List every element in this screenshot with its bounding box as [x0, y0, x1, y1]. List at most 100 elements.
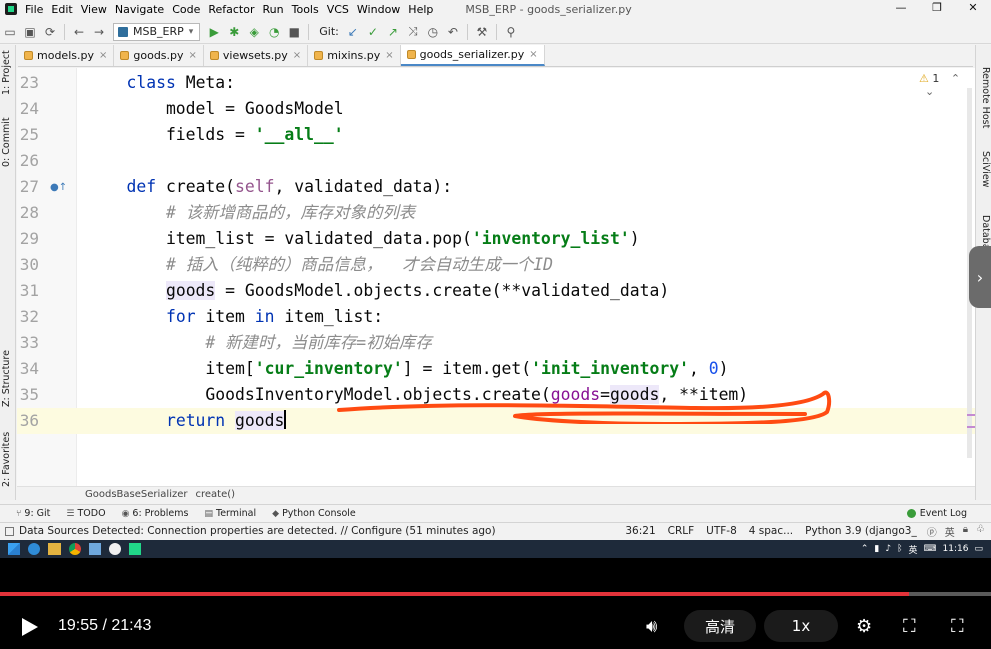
sciview-panel-tab[interactable]: SciView: [980, 151, 991, 187]
todo-tool-button[interactable]: ☰ TODO: [66, 508, 105, 519]
close-tab-icon[interactable]: ×: [385, 50, 393, 61]
code-line[interactable]: 28 # 该新增商品的，库存对象的列表: [17, 200, 975, 226]
minimize-button[interactable]: —: [883, 0, 919, 18]
terminal-tool-button[interactable]: ▤ Terminal: [204, 508, 256, 519]
notification-icon[interactable]: ♧: [976, 524, 985, 539]
error-stripe-mark[interactable]: [967, 426, 975, 428]
sync-icon[interactable]: ⟳: [40, 22, 60, 42]
save-all-icon[interactable]: ▣: [20, 22, 40, 42]
favorites-panel-tab[interactable]: 2: Favorites: [1, 432, 12, 487]
tab-viewsets-py[interactable]: viewsets.py ×: [204, 45, 309, 66]
tab-models-py[interactable]: models.py ×: [18, 45, 115, 66]
code-line[interactable]: 23 class Meta:: [17, 70, 975, 96]
back-arrow-icon[interactable]: ←: [69, 22, 89, 42]
code-line[interactable]: 29 item_list = validated_data.pop('inven…: [17, 226, 975, 252]
line-number[interactable]: 34: [17, 356, 39, 382]
git-history-icon[interactable]: ◷: [423, 22, 443, 42]
menu-help[interactable]: Help: [404, 3, 437, 16]
file-explorer-icon[interactable]: [48, 543, 61, 555]
code-line[interactable]: 32 for item in item_list:: [17, 304, 975, 330]
line-number[interactable]: 28: [17, 200, 39, 226]
restore-button[interactable]: ❐: [919, 0, 955, 18]
code-line[interactable]: 27 ●↑ def create(self, validated_data):: [17, 174, 975, 200]
git-branch-icon[interactable]: ⓟ: [927, 524, 937, 539]
chevron-up-icon[interactable]: ⌃: [951, 72, 960, 85]
line-number[interactable]: 25: [17, 122, 39, 148]
menu-vcs[interactable]: VCS: [323, 3, 353, 16]
picture-in-picture-icon[interactable]: ⛶: [903, 616, 916, 637]
lock-icon[interactable]: 🔒︎: [963, 524, 968, 539]
expand-panel-button[interactable]: ›: [969, 246, 991, 308]
network-icon[interactable]: ▮: [874, 544, 879, 554]
breadcrumb-method[interactable]: create(): [195, 489, 235, 500]
run-icon[interactable]: ▶: [204, 22, 224, 42]
line-number[interactable]: 27: [17, 174, 39, 200]
line-separator[interactable]: CRLF: [668, 525, 695, 537]
menu-navigate[interactable]: Navigate: [111, 3, 168, 16]
pycharm-taskbar-icon[interactable]: [129, 543, 141, 555]
settings-wrench-icon[interactable]: ⚒: [472, 22, 492, 42]
tab-mixins-py[interactable]: mixins.py ×: [308, 45, 401, 66]
line-number[interactable]: 36: [17, 408, 39, 434]
menu-code[interactable]: Code: [168, 3, 204, 16]
app-icon[interactable]: [89, 543, 101, 555]
menu-tools[interactable]: Tools: [288, 3, 323, 16]
clock-app-icon[interactable]: [109, 543, 121, 555]
debug-icon[interactable]: ✱: [224, 22, 244, 42]
line-number[interactable]: 33: [17, 330, 39, 356]
settings-gear-icon[interactable]: ⚙: [856, 616, 872, 637]
line-number[interactable]: 32: [17, 304, 39, 330]
menu-run[interactable]: Run: [259, 3, 288, 16]
quality-button[interactable]: 高清: [684, 610, 756, 642]
menu-file[interactable]: File: [21, 3, 47, 16]
windows-start-icon[interactable]: [8, 543, 20, 555]
menu-edit[interactable]: Edit: [47, 3, 76, 16]
volume-icon[interactable]: 🔊︎: [646, 616, 657, 637]
structure-panel-tab[interactable]: Z: Structure: [1, 350, 12, 407]
override-marker-icon[interactable]: ●↑: [50, 182, 67, 193]
close-tab-icon[interactable]: ×: [529, 49, 537, 60]
code-line[interactable]: 26: [17, 148, 975, 174]
ime-indicator[interactable]: 英: [945, 524, 955, 539]
menu-window[interactable]: Window: [353, 3, 404, 16]
open-folder-icon[interactable]: ▭: [0, 22, 20, 42]
chevron-up-icon[interactable]: ⌃: [861, 544, 869, 554]
close-window-button[interactable]: ✕: [955, 0, 991, 18]
code-line[interactable]: 33 # 新建时，当前库存=初始库存: [17, 330, 975, 356]
close-tab-icon[interactable]: ×: [99, 50, 107, 61]
line-number[interactable]: 23: [17, 70, 39, 96]
line-number[interactable]: 30: [17, 252, 39, 278]
chrome-icon[interactable]: [69, 543, 81, 555]
volume-icon[interactable]: ♪: [885, 544, 891, 554]
git-merge-icon[interactable]: ⤨: [403, 22, 423, 42]
file-encoding[interactable]: UTF-8: [706, 525, 737, 537]
line-number[interactable]: 31: [17, 278, 39, 304]
project-panel-tab[interactable]: 1: Project: [1, 50, 12, 95]
fullscreen-icon[interactable]: ⛶: [951, 616, 964, 637]
status-message[interactable]: Data Sources Detected: Connection proper…: [5, 525, 496, 537]
breadcrumb-class[interactable]: GoodsBaseSerializer: [85, 489, 187, 500]
commit-panel-tab[interactable]: 0: Commit: [1, 117, 12, 167]
problems-tool-button[interactable]: ◉ 6: Problems: [122, 508, 189, 519]
close-tab-icon[interactable]: ×: [189, 50, 197, 61]
python-console-tool-button[interactable]: ◆ Python Console: [272, 508, 356, 519]
remote-host-panel-tab[interactable]: Remote Host: [980, 67, 991, 128]
git-push-icon[interactable]: ↗: [383, 22, 403, 42]
bluetooth-icon[interactable]: ᛒ: [897, 544, 902, 554]
python-interpreter[interactable]: Python 3.9 (django3_: [805, 525, 917, 537]
code-line[interactable]: 25 fields = '__all__': [17, 122, 975, 148]
taskbar-clock[interactable]: 11:16: [943, 544, 969, 554]
code-line[interactable]: 34 item['cur_inventory'] = item.get('ini…: [17, 356, 975, 382]
chevron-down-icon[interactable]: ⌄: [925, 85, 934, 98]
line-number[interactable]: 24: [17, 96, 39, 122]
video-progress-bar[interactable]: [0, 592, 991, 596]
speed-button[interactable]: 1x: [764, 610, 838, 642]
coverage-icon[interactable]: ◈: [244, 22, 264, 42]
profile-icon[interactable]: ◔: [264, 22, 284, 42]
notification-center-icon[interactable]: ▭: [974, 544, 983, 554]
tab-goods-py[interactable]: goods.py ×: [114, 45, 204, 66]
caret-position[interactable]: 36:21: [625, 525, 655, 537]
indent-setting[interactable]: 4 spac...: [749, 525, 793, 537]
tab-goods-serializer-py[interactable]: goods_serializer.py ×: [400, 45, 545, 66]
git-rollback-icon[interactable]: ↶: [443, 22, 463, 42]
